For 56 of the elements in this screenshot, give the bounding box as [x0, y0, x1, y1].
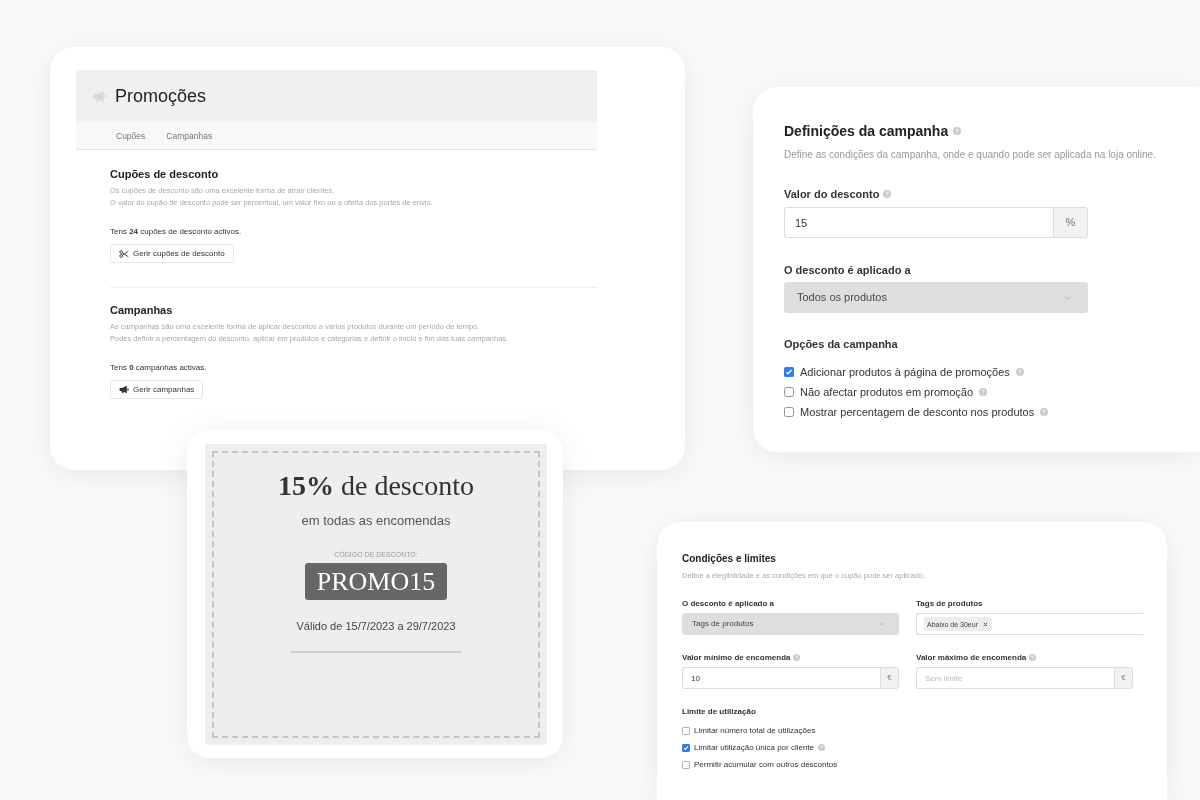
summary-text: Tens 24 cupões de desconto activos. — [110, 226, 243, 238]
checkbox[interactable] — [682, 743, 690, 752]
checkbox-label: Mostrar percentagem de desconto nos produtos — [800, 404, 1035, 420]
checkbox[interactable] — [784, 387, 794, 397]
checkbox[interactable] — [784, 407, 794, 417]
unit-label: % — [1053, 207, 1088, 238]
dropdown[interactable]: Todos os produtos — [784, 282, 1088, 313]
field-label: Tags de produtos — [916, 598, 983, 609]
field-label: Valor do desconto — [784, 187, 880, 201]
group-heading: Limite de utilização — [682, 706, 757, 717]
card-description: Define as condições da campanha, onde e quando pode ser aplicada na loja online. — [784, 148, 1157, 162]
help-icon[interactable] — [1029, 654, 1037, 661]
dropdown[interactable]: Tags de produtos — [682, 613, 899, 635]
manage-button[interactable]: Gerir cupões de desconto — [110, 244, 234, 263]
section-heading: Campanhas — [110, 303, 174, 317]
help-icon[interactable] — [883, 190, 892, 198]
scissors-icon — [119, 249, 129, 258]
field-label: O desconto é aplicado a — [784, 263, 911, 277]
help-icon[interactable] — [1040, 408, 1049, 416]
input-field[interactable]: 10 — [682, 667, 880, 689]
help-icon[interactable] — [1015, 368, 1024, 376]
tab[interactable]: Cupões — [116, 129, 146, 142]
tab[interactable]: Campanhas — [166, 129, 213, 142]
help-icon[interactable] — [818, 744, 826, 751]
chevron-down-icon — [1064, 295, 1071, 300]
section-heading: Cupões de desconto — [110, 167, 220, 181]
group-heading: Opções da campanha — [784, 337, 899, 351]
close-icon[interactable] — [983, 621, 988, 627]
checkbox-label: Permitir acumular com outros descontos — [694, 758, 838, 771]
unit-label: € — [1114, 667, 1133, 689]
checkbox-label: Limitar utilização única por cliente — [694, 741, 815, 754]
unit-label: € — [880, 667, 899, 689]
chevron-down-icon — [879, 622, 885, 626]
validity-text: Válido de 15/7/2023 a 29/7/2023 — [296, 619, 456, 633]
checkbox[interactable] — [784, 367, 794, 377]
field-label: Valor mínimo de encomenda — [682, 652, 791, 663]
input-field[interactable]: 15 — [784, 207, 1053, 238]
card-title: Condições e limites — [682, 552, 777, 565]
manage-button[interactable]: Gerir campanhas — [110, 380, 204, 399]
field-label: Valor máximo de encomenda — [916, 652, 1027, 663]
checkbox[interactable] — [682, 726, 690, 735]
discount-code: PROMO15 — [305, 563, 447, 600]
help-icon[interactable] — [953, 127, 962, 135]
checkbox-label: Adicionar produtos à página de promoções — [800, 364, 1010, 380]
card-title: Definições da campanha — [784, 122, 949, 140]
checkbox-label: Não afectar produtos em promoção — [800, 384, 974, 400]
megaphone-icon — [119, 385, 129, 394]
help-icon[interactable] — [979, 388, 988, 396]
checkbox-label: Limitar número total de utilizações — [694, 724, 816, 737]
summary-text: Tens 0 campanhas activas. — [110, 362, 208, 374]
discount-headline: 15% de desconto — [278, 470, 474, 502]
help-icon[interactable] — [793, 654, 801, 661]
field-label: O desconto é aplicado a — [682, 598, 775, 609]
checkbox[interactable] — [682, 760, 690, 769]
page-title: Promoções — [115, 85, 207, 107]
discount-subtitle: em todas as encomendas — [301, 513, 451, 529]
